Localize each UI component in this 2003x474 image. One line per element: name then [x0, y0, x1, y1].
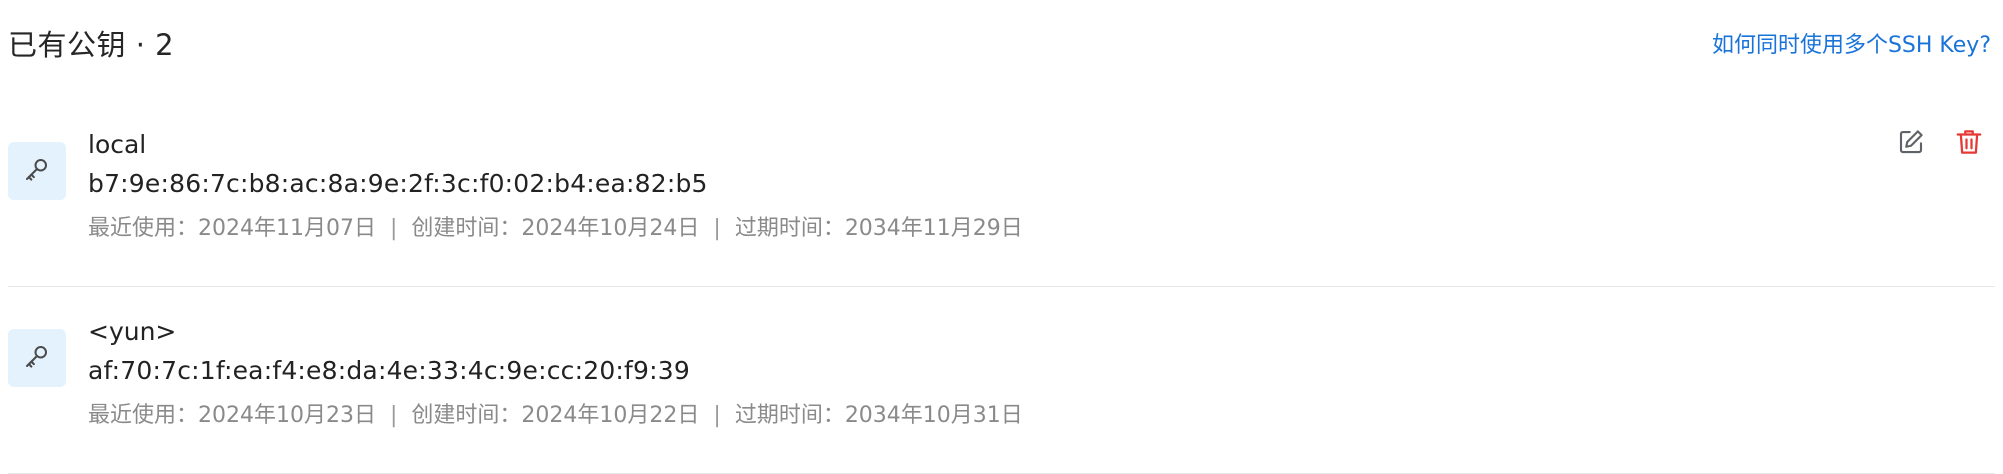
page-header: 已有公钥 · 2 如何同时使用多个SSH Key?	[8, 18, 1991, 68]
meta-separator: |	[713, 216, 721, 241]
meta-separator: |	[389, 216, 398, 241]
key-icon	[22, 341, 52, 375]
ssh-key-item: <yun> af:70:7c:1f:ea:f4:e8:da:4e:33:4c:9…	[8, 287, 1995, 474]
key-icon	[22, 154, 52, 188]
meta-separator: |	[389, 403, 398, 428]
key-meta: 最近使用：2024年10月23日 | 创建时间：2024年10月22日 | 过期时间：2…	[88, 399, 1875, 433]
key-created: 创建时间：2024年10月22日	[411, 403, 700, 428]
trash-icon	[1954, 127, 1984, 161]
key-fingerprint: b7:9e:86:7c:b8:ac:8a:9e:2f:3c:f0:02:b4:e…	[88, 169, 708, 198]
ssh-key-item: local b7:9e:86:7c:b8:ac:8a:9e:2f:3c:f0:0…	[8, 100, 1995, 287]
edit-icon	[1896, 127, 1926, 161]
edit-key-button[interactable]	[1895, 128, 1927, 160]
key-expires: 过期时间：2034年11月29日	[734, 216, 1023, 241]
key-expires: 过期时间：2034年10月31日	[734, 403, 1023, 428]
page-title: 已有公钥 · 2	[8, 28, 175, 62]
key-last-used: 最近使用：2024年11月07日	[88, 216, 376, 241]
ssh-key-list: local b7:9e:86:7c:b8:ac:8a:9e:2f:3c:f0:0…	[8, 100, 1995, 474]
delete-key-button[interactable]	[1953, 128, 1985, 160]
meta-separator: |	[713, 403, 721, 428]
key-fingerprint: af:70:7c:1f:ea:f4:e8:da:4e:33:4c:9e:cc:2…	[88, 356, 690, 385]
key-created: 创建时间：2024年10月24日	[411, 216, 700, 241]
key-details: local b7:9e:86:7c:b8:ac:8a:9e:2f:3c:f0:0…	[88, 128, 1875, 246]
key-name: local	[88, 130, 147, 159]
key-icon-badge	[8, 142, 66, 200]
key-name: <yun>	[88, 317, 177, 346]
key-actions	[1895, 128, 1985, 160]
key-meta: 最近使用：2024年11月07日 | 创建时间：2024年10月24日 | 过期时间：2…	[88, 212, 1875, 246]
key-icon-badge	[8, 329, 66, 387]
key-details: <yun> af:70:7c:1f:ea:f4:e8:da:4e:33:4c:9…	[88, 315, 1875, 433]
key-last-used: 最近使用：2024年10月23日	[88, 403, 376, 428]
multiple-ssh-key-help-link[interactable]: 如何同时使用多个SSH Key?	[1712, 27, 1991, 59]
